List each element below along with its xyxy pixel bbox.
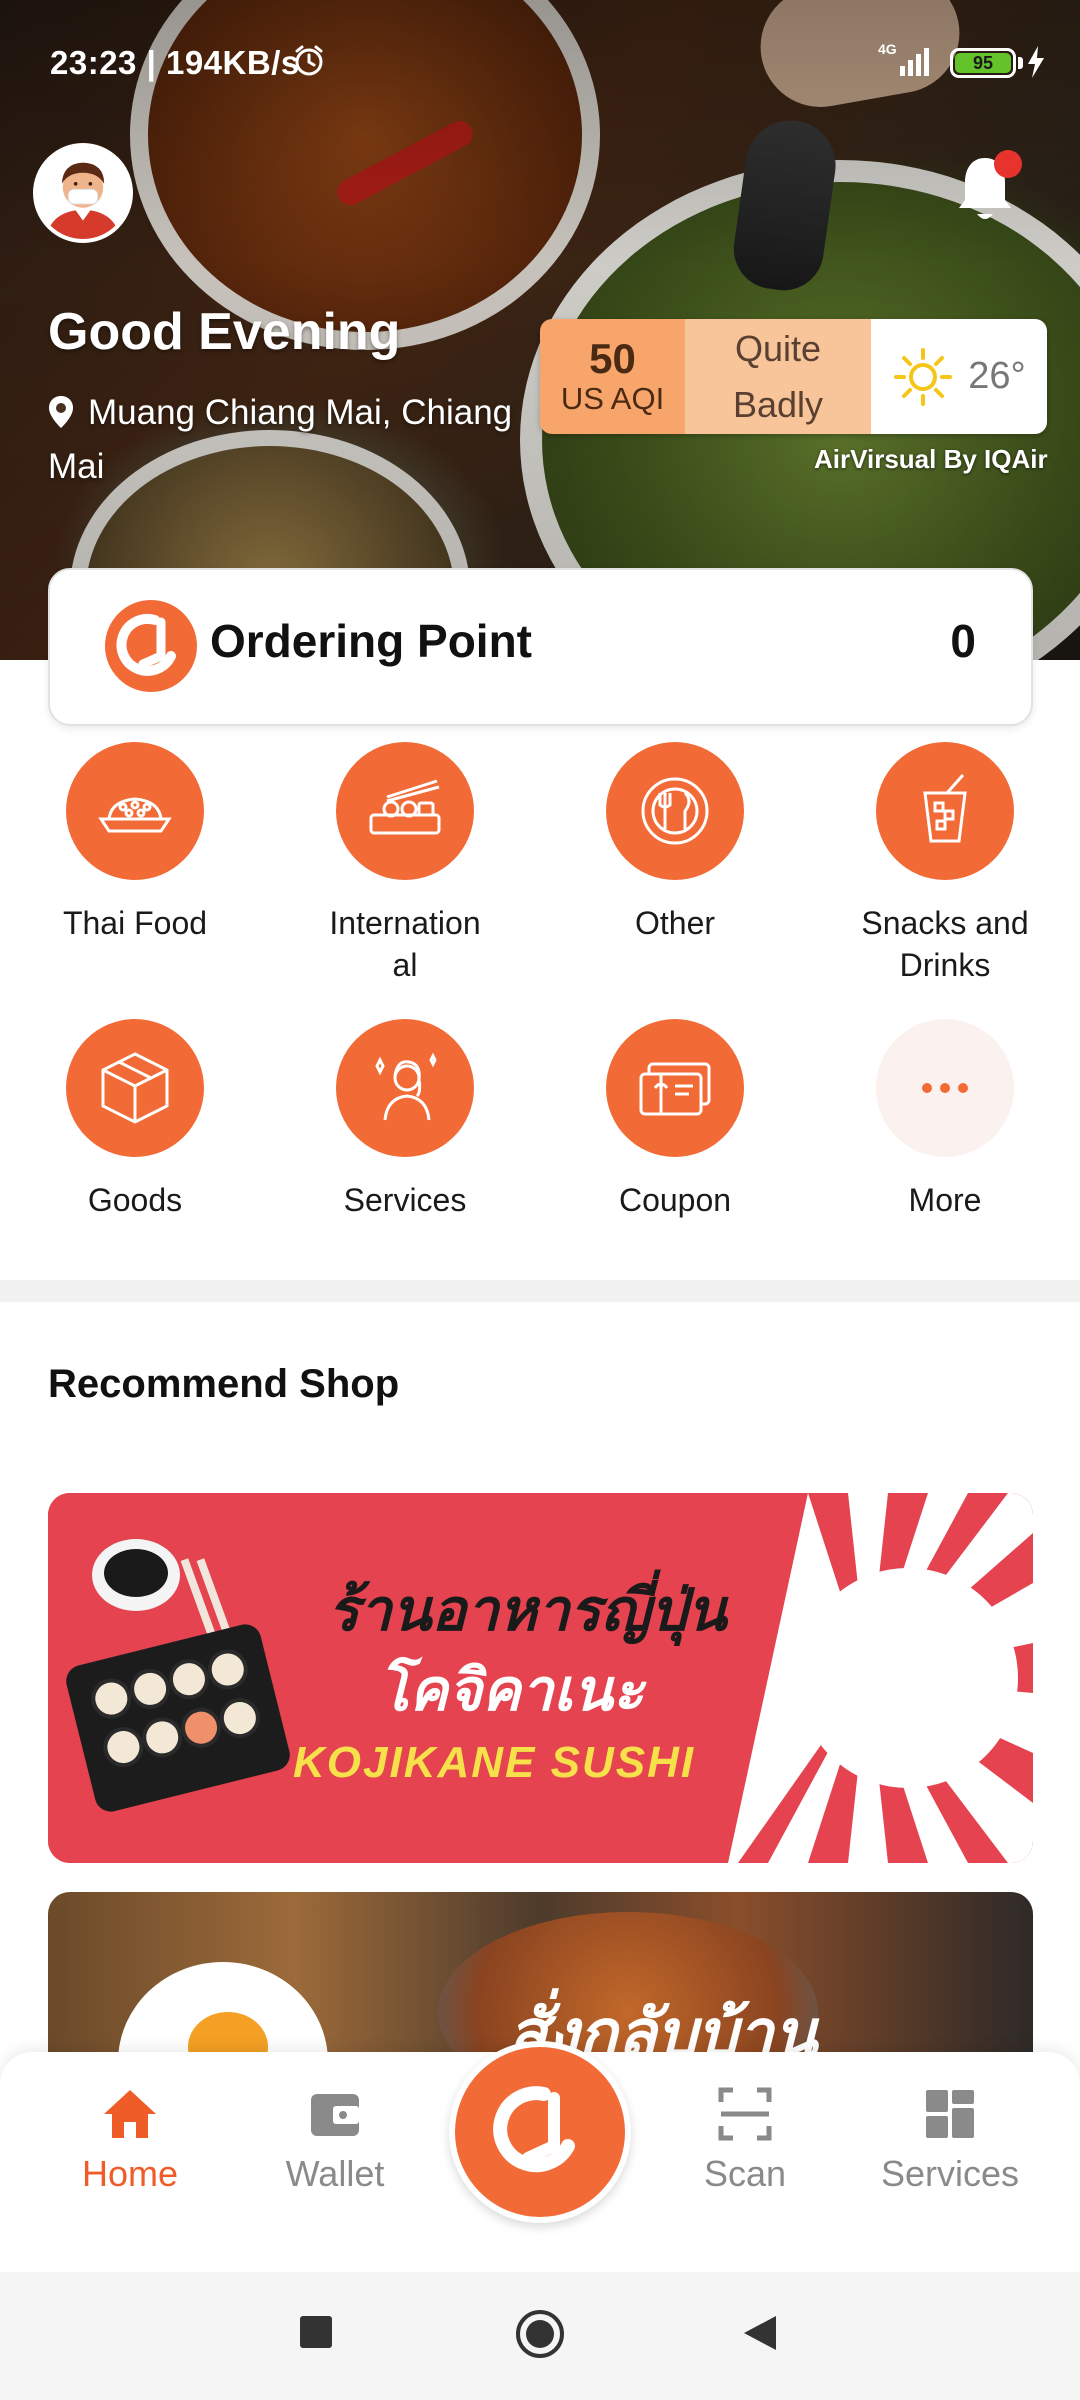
category-label: Goods <box>87 1182 183 1218</box>
nav-center-button[interactable] <box>449 2041 631 2223</box>
network-type: 4G <box>878 41 897 57</box>
notification-badge <box>994 150 1022 178</box>
app-logo-icon <box>105 600 197 692</box>
coupon-icon <box>639 1062 711 1116</box>
thai-food-icon <box>98 797 172 833</box>
alarm-icon <box>295 45 323 76</box>
nav-home-label: Home <box>81 2153 179 2194</box>
category-thai-food[interactable]: Thai Food <box>0 742 270 944</box>
back-icon[interactable] <box>742 2314 778 2352</box>
nav-wallet-label: Wallet <box>285 2153 385 2194</box>
category-label: Coupon <box>618 1182 732 1218</box>
drink-icon <box>923 774 967 843</box>
status-bar: 23:23 | 194KB/s 4G 95 <box>0 0 1080 120</box>
category-other[interactable]: Other <box>540 742 810 944</box>
battery-icon: 95 <box>950 48 1016 78</box>
category-label: Internation al <box>329 905 481 983</box>
aqi-value-box: 50 US AQI <box>540 319 685 434</box>
nav-scan[interactable]: Scan <box>660 2082 830 2195</box>
greeting-title: Good Evening <box>48 303 401 361</box>
aqi-unit: US AQI <box>560 380 665 416</box>
ordering-point-card[interactable]: Ordering Point 0 <box>48 568 1033 726</box>
system-navigation-bar <box>0 2272 1080 2400</box>
aqi-number: 50 <box>589 334 636 382</box>
more-dots-icon <box>922 1083 968 1093</box>
box-icon <box>101 1052 169 1124</box>
category-services[interactable]: Services <box>270 1019 540 1221</box>
category-label: Services <box>343 1182 467 1218</box>
banner-english-name: KOJIKANE SUSHI <box>293 1738 696 1787</box>
signal-icon <box>900 48 929 76</box>
category-label: Snacks and Drinks <box>861 905 1029 983</box>
scan-icon <box>718 2087 772 2141</box>
location-pin-icon <box>49 396 73 428</box>
aqi-source-label: AirVirsual By IQAir <box>814 444 1048 474</box>
status-time: 23:23 | 194KB/s <box>50 44 300 81</box>
international-food-icon <box>369 779 441 835</box>
location-text: Muang Chiang Mai, Chiang Mai <box>48 393 513 486</box>
charging-icon <box>1028 46 1044 78</box>
recommend-shop-title: Recommend Shop <box>48 1362 400 1406</box>
aqi-status-line1: Quite <box>734 327 822 369</box>
home-icon <box>104 2090 156 2138</box>
other-food-icon <box>641 777 709 845</box>
category-label: Other <box>634 905 716 941</box>
category-label: More <box>908 1182 982 1218</box>
aqi-status-box: Quite Badly <box>685 319 871 434</box>
category-coupon[interactable]: Coupon <box>540 1019 810 1221</box>
nav-home[interactable]: Home <box>45 2082 215 2195</box>
category-international[interactable]: Internation al <box>270 742 540 986</box>
avatar[interactable] <box>33 143 133 243</box>
service-person-icon <box>375 1052 437 1121</box>
banner-thai-subtitle: โคจิคาเนะ <box>378 1658 644 1723</box>
nav-services-label: Services <box>880 2153 1020 2194</box>
weather-box: 26° <box>871 319 1047 434</box>
home-system-icon[interactable] <box>514 2308 566 2360</box>
aqi-status-line2: Badly <box>732 383 824 425</box>
category-snacks-drinks[interactable]: Snacks and Drinks <box>810 742 1080 986</box>
air-quality-card[interactable]: 50 US AQI Quite Badly 26° <box>540 319 1047 434</box>
location-label[interactable]: Muang Chiang Mai, Chiang Mai <box>48 386 528 494</box>
ordering-point-value: 0 <box>950 615 976 667</box>
wallet-icon <box>311 2094 359 2136</box>
avatar-icon <box>37 147 129 239</box>
sun-icon <box>894 347 953 406</box>
services-grid-icon <box>926 2090 974 2138</box>
shop-banner-shabu[interactable]: สั่งกลับบ้าน <box>48 1892 1033 2052</box>
nav-scan-label: Scan <box>703 2153 787 2194</box>
category-label: Thai Food <box>62 905 208 941</box>
category-goods[interactable]: Goods <box>0 1019 270 1221</box>
battery-level: 95 <box>955 53 1011 73</box>
shop-banner-kojikane-sushi[interactable]: ร้านอาหารญี่ปุ่น โคจิคาเนะ KOJIKANE SUSH… <box>48 1493 1033 1863</box>
category-more[interactable]: More <box>810 1019 1080 1221</box>
recent-apps-icon[interactable] <box>298 2314 334 2350</box>
section-divider <box>0 1280 1080 1302</box>
app-logo-icon <box>493 2086 575 2173</box>
temperature: 26° <box>968 355 1026 397</box>
ordering-point-label: Ordering Point <box>210 615 532 667</box>
nav-services[interactable]: Services <box>865 2082 1035 2195</box>
nav-wallet[interactable]: Wallet <box>250 2082 420 2195</box>
